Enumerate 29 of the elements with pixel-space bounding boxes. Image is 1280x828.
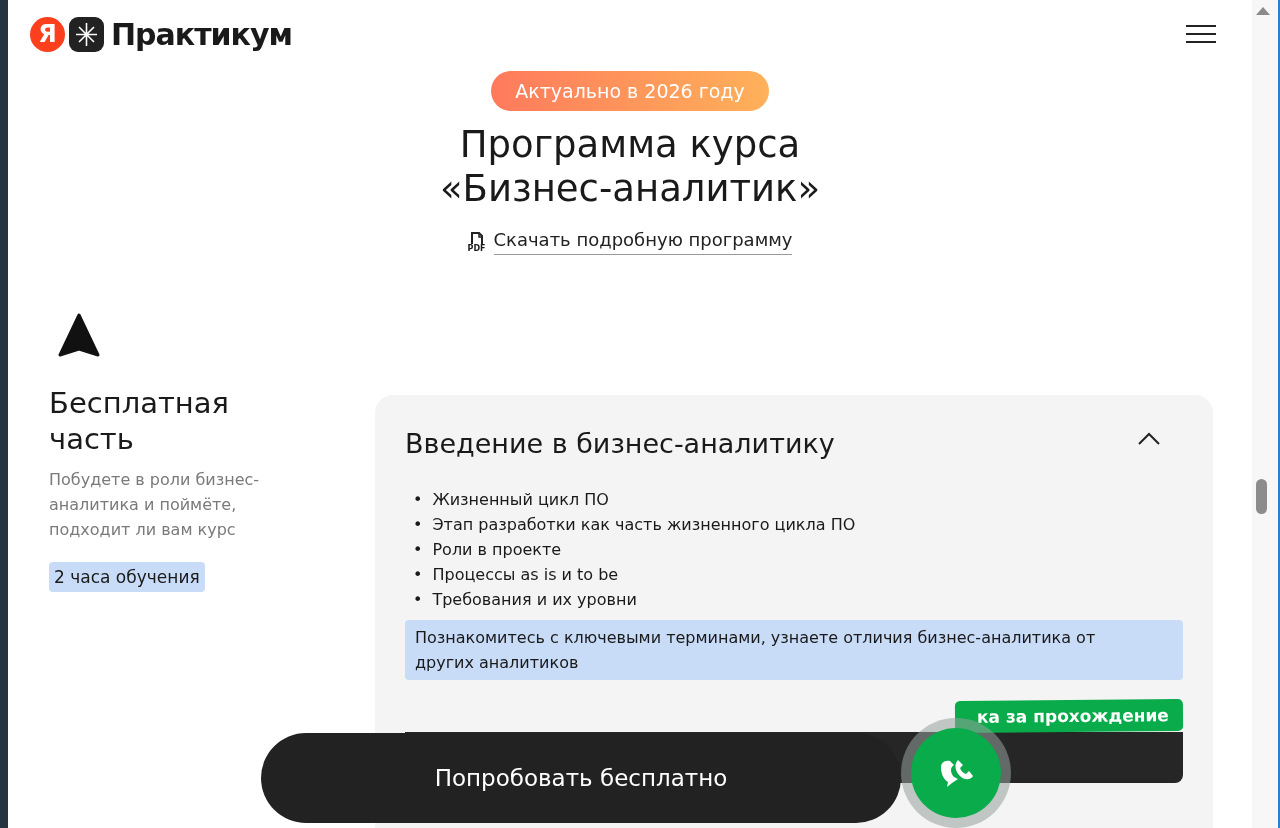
navigation-arrow-icon: [58, 313, 100, 359]
section-title: Бесплатная часть: [49, 385, 231, 457]
bullet: •: [413, 539, 423, 561]
module-title[interactable]: Введение в бизнес-аналитику: [405, 428, 835, 459]
asterisk-logo-icon: [69, 16, 104, 52]
bullet: •: [413, 489, 423, 511]
topic-item: Требования и их уровни: [432, 589, 637, 611]
topic-item: Этап разработки как часть жизненного цикла ПО: [432, 514, 856, 536]
chevron-up-icon[interactable]: [1138, 432, 1160, 445]
badge: Актуально в 2026 году: [491, 71, 769, 111]
logo-text: Практикум: [111, 16, 293, 52]
module-note: Познакомитесь с ключевыми терминами, узнаете отличия бизнес-аналитика от других аналитиков: [415, 627, 1097, 674]
topic-item: Роли в проекте: [432, 539, 562, 561]
try-free-button[interactable]: Попробовать бесплатно: [261, 733, 901, 823]
page-title: Программа курса «Бизнес-аналитик»: [439, 123, 821, 211]
download-link[interactable]: Скачать подробную программу: [493, 229, 793, 255]
scroll-up-icon[interactable]: [1256, 7, 1270, 16]
bullet: •: [413, 514, 423, 536]
phone-chat-icon: [938, 757, 974, 789]
section-description: Побудете в роли бизнес-аналитика и поймёте, подходит ли вам курс: [49, 469, 261, 541]
topic-item: Жизненный цикл ПО: [432, 489, 609, 511]
duration-tag: 2 часа обучения: [49, 562, 205, 592]
bullet: •: [413, 564, 423, 586]
logo-letter: Я: [30, 16, 65, 52]
reward-tag: ка за прохождение: [955, 699, 1184, 733]
menu-icon[interactable]: [1186, 24, 1216, 44]
topic-item: Процессы as is и to be: [432, 564, 619, 586]
bullet: •: [413, 589, 423, 611]
scrollbar-thumb[interactable]: [1256, 479, 1267, 514]
